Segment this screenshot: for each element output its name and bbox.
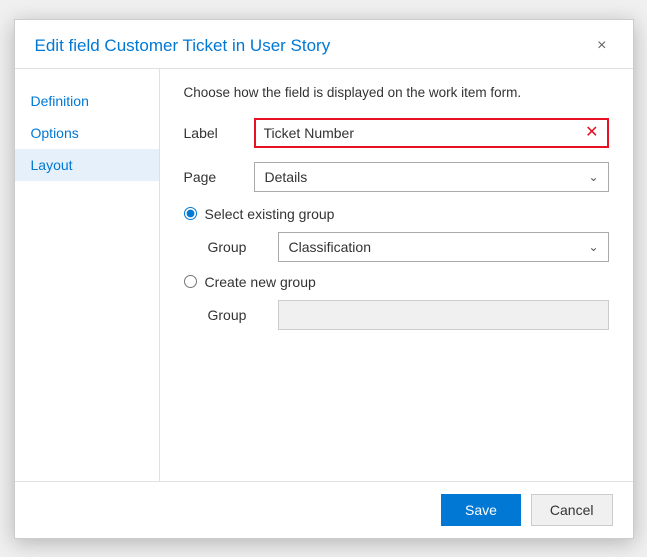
label-input-wrapper: ✕ [254, 118, 609, 148]
select-existing-radio-row: Select existing group [184, 206, 609, 222]
dialog-footer: Save Cancel [15, 481, 633, 538]
new-group-row: Group [208, 300, 609, 330]
label-input[interactable] [256, 120, 607, 146]
group-select[interactable]: Classification [278, 232, 609, 262]
sidebar: Definition Options Layout [15, 69, 160, 481]
close-button[interactable]: × [591, 36, 612, 56]
instruction-text: Choose how the field is displayed on the… [184, 85, 609, 100]
cancel-button[interactable]: Cancel [531, 494, 613, 526]
page-select[interactable]: Details [254, 162, 609, 192]
main-content: Choose how the field is displayed on the… [160, 69, 633, 481]
save-button[interactable]: Save [441, 494, 521, 526]
select-existing-label[interactable]: Select existing group [205, 206, 335, 222]
page-field-label: Page [184, 169, 254, 185]
page-row: Page Details ⌄ [184, 162, 609, 192]
new-group-input [278, 300, 609, 330]
create-new-group-section: Create new group Group [184, 274, 609, 330]
select-existing-radio[interactable] [184, 207, 197, 220]
sidebar-item-definition[interactable]: Definition [15, 85, 159, 117]
page-select-wrapper: Details ⌄ [254, 162, 609, 192]
group-field-label: Group [208, 239, 278, 255]
create-new-radio[interactable] [184, 275, 197, 288]
create-new-label[interactable]: Create new group [205, 274, 316, 290]
group-row: Group Classification ⌄ [208, 232, 609, 262]
dialog-body: Definition Options Layout Choose how the… [15, 69, 633, 481]
create-new-radio-row: Create new group [184, 274, 609, 290]
label-row: Label ✕ [184, 118, 609, 148]
select-existing-group-section: Select existing group Group Classificati… [184, 206, 609, 262]
edit-field-dialog: Edit field Customer Ticket in User Story… [14, 19, 634, 539]
dialog-title: Edit field Customer Ticket in User Story [35, 36, 331, 56]
sidebar-item-layout[interactable]: Layout [15, 149, 159, 181]
new-group-field-label: Group [208, 307, 278, 323]
label-field-label: Label [184, 125, 254, 141]
label-clear-button[interactable]: ✕ [583, 125, 600, 141]
sidebar-item-options[interactable]: Options [15, 117, 159, 149]
group-select-wrapper: Classification ⌄ [278, 232, 609, 262]
dialog-header: Edit field Customer Ticket in User Story… [15, 20, 633, 69]
